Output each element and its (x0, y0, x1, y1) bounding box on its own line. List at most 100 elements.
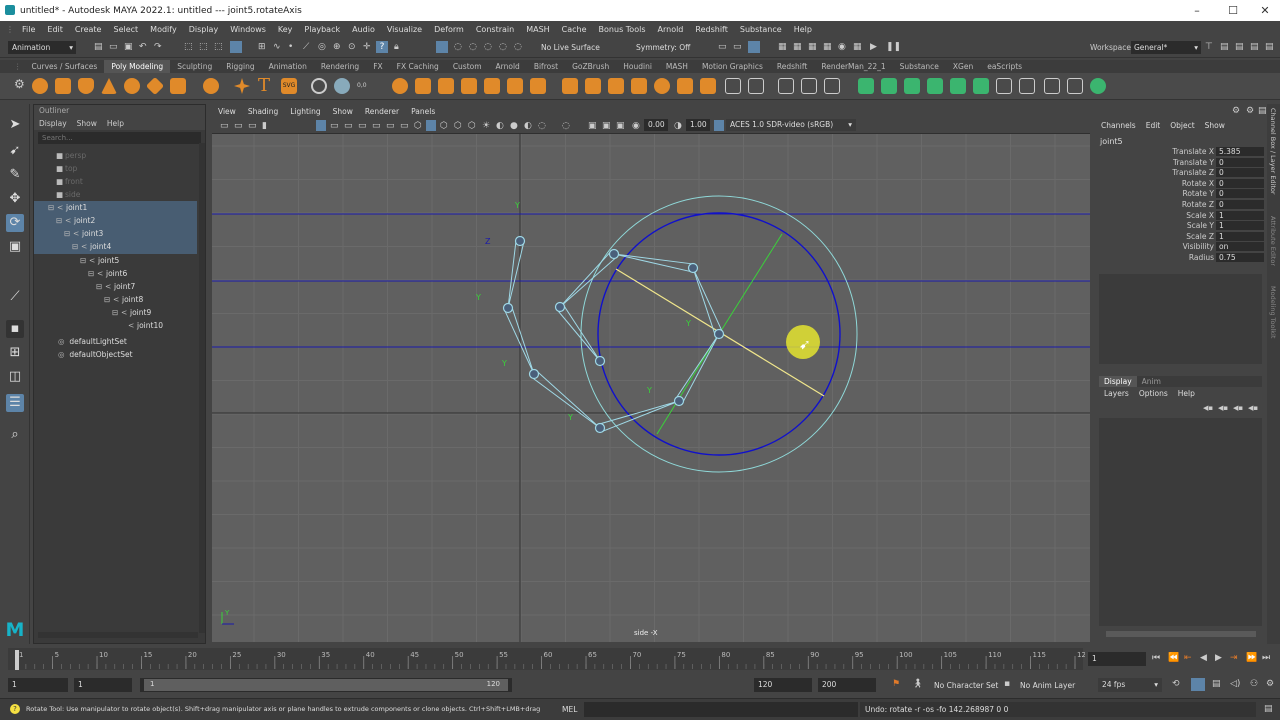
color-management-icon[interactable] (714, 120, 724, 131)
minimize-icon[interactable]: – (1180, 0, 1214, 21)
channel-value[interactable]: 1 (1216, 210, 1264, 220)
shelf-tab-rigging[interactable]: Rigging (219, 60, 261, 73)
grid-toggle-icon[interactable] (316, 120, 326, 131)
layer-move-down-icon[interactable]: ◀▪ (1218, 404, 1228, 412)
svg-tool-icon[interactable]: SVG (281, 78, 297, 94)
poly-sphere-icon[interactable] (32, 78, 48, 94)
lock-icon[interactable]: 🔒︎ (394, 42, 399, 52)
outliner-joint4[interactable]: ⊟ < joint4 (72, 240, 111, 253)
platonic-solid-icon[interactable] (203, 78, 219, 94)
bridge-icon[interactable] (585, 78, 601, 94)
channel-row-rotate-z[interactable]: Rotate Z0 (1100, 200, 1270, 211)
menu-constrain[interactable]: Constrain (470, 25, 520, 34)
side-tab-modeling-toolkit[interactable]: Modeling Toolkit (1269, 286, 1277, 338)
step-back-key-icon[interactable]: ⏪ (1168, 653, 1179, 663)
shelf-tab-xgen[interactable]: XGen (946, 60, 980, 73)
menu-display[interactable]: Display (183, 25, 225, 34)
output-ops-icon[interactable]: ✛ (363, 42, 371, 52)
outliner-layout-icon[interactable]: ☰ (6, 394, 24, 412)
shelf-tab-sculpting[interactable]: Sculpting (170, 60, 219, 73)
uv-auto-icon[interactable] (927, 78, 943, 94)
layer-menu-help[interactable]: Help (1173, 389, 1200, 401)
channel-row-rotate-x[interactable]: Rotate X0 (1100, 178, 1270, 190)
open-scene-icon[interactable]: ▭ (109, 42, 118, 52)
type-tool-icon[interactable]: T (258, 75, 270, 96)
channel-filter-icon[interactable]: ⚙ (1246, 106, 1254, 116)
layer-menu-layers[interactable]: Layers (1099, 389, 1134, 401)
animation-end-field[interactable]: 200 (818, 678, 876, 692)
paint-select-icon[interactable]: ◌ (469, 42, 477, 52)
safe-action-icon[interactable]: ▭ (386, 121, 395, 131)
uv-sew-icon[interactable] (1019, 78, 1035, 94)
poly-plane-icon[interactable] (145, 76, 165, 96)
go-to-start-icon[interactable]: ⏮ (1152, 653, 1160, 663)
shelf-settings-icon[interactable]: ⚙ (14, 77, 25, 91)
outliner-menu-display[interactable]: Display (34, 117, 72, 130)
append-icon[interactable] (631, 78, 647, 94)
default-material-icon[interactable]: ⬡ (440, 121, 448, 131)
sound-icon[interactable]: ▤ (1212, 679, 1221, 689)
arnold-render-icon[interactable]: ◉ (838, 42, 846, 52)
ipr-render-icon[interactable]: ▭ (733, 42, 742, 52)
outliner-joint7[interactable]: ⊟ < joint7 (96, 280, 135, 293)
outliner-default-object-set[interactable]: ◎ defaultObjectSet (58, 348, 133, 361)
outliner-joint1[interactable]: ⊟ < joint1 (48, 201, 87, 214)
poly-cube-icon[interactable] (55, 78, 71, 94)
menu-arnold[interactable]: Arnold (652, 25, 690, 34)
uv-cylinder-icon[interactable] (881, 78, 897, 94)
image-plane-icon[interactable]: ▮ (262, 121, 267, 131)
character-set-dropdown[interactable]: No Character Set (934, 681, 998, 690)
four-view-icon[interactable]: ⊞ (6, 344, 24, 362)
channel-row-rotate-y[interactable]: Rotate Y0 (1100, 189, 1270, 200)
history-icon[interactable]: ⊕ (333, 42, 341, 52)
layer-move-up-icon[interactable]: ◀▪ (1203, 404, 1213, 412)
current-frame-field[interactable]: 1 (1088, 652, 1146, 666)
channel-value[interactable]: 0.75 (1216, 253, 1264, 262)
select-mode-icon[interactable] (230, 41, 242, 53)
select-object-icon[interactable]: ⬚ (199, 42, 208, 52)
shelf-tab-custom[interactable]: Custom (446, 60, 489, 73)
persp-outliner-icon[interactable]: ◫ (6, 368, 24, 386)
channel-box-icon[interactable]: ▤ (1250, 42, 1259, 52)
xray-active-icon[interactable]: ▣ (616, 121, 625, 131)
menu-bonus-tools[interactable]: Bonus Tools (593, 25, 652, 34)
layer-tab-anim[interactable]: Anim (1137, 376, 1166, 387)
outliner-hscrollbar[interactable] (38, 632, 198, 638)
animation-start-field[interactable]: 1 (8, 678, 68, 692)
channel-menu-edit[interactable]: Edit (1141, 121, 1166, 130)
script-editor-icon[interactable]: ▤ (1264, 704, 1273, 714)
layer-hscrollbar[interactable] (1106, 631, 1256, 637)
menu-edit[interactable]: Edit (41, 25, 69, 34)
channel-settings-icon[interactable]: ⚙ (1232, 106, 1240, 116)
xray-joints-icon[interactable]: ▣ (602, 121, 611, 131)
gamma-field[interactable]: 1.00 (686, 119, 710, 131)
auto-key-icon[interactable]: ⚑ (892, 679, 900, 689)
time-slider-ticks[interactable]: 1 5 10 15 20 25 30 35 40 45 50 55 60 65 70 75 80 85 90 95 10… (0, 646, 1085, 672)
lattice-icon[interactable] (334, 78, 350, 94)
range-handle[interactable]: 1 120 (144, 679, 508, 691)
channel-value[interactable]: 1 (1216, 231, 1264, 241)
channel-value[interactable]: 0 (1216, 157, 1264, 167)
shadows-icon[interactable]: ◐ (496, 121, 504, 131)
fill-hole-icon[interactable] (530, 78, 546, 94)
channel-row-radius[interactable]: Radius 0.75 (1100, 253, 1270, 264)
select-component-icon[interactable]: ⬚ (214, 42, 223, 52)
separate-icon[interactable] (415, 78, 431, 94)
last-tool-icon[interactable]: ⟋ (6, 288, 24, 306)
outliner-default-light-set[interactable]: ◎ defaultLightSet (58, 335, 127, 348)
rotate-tool-icon[interactable]: ⟳ (6, 214, 24, 232)
play-icon[interactable]: ▶ (870, 42, 877, 52)
viewport-side[interactable]: Y Y Y Y Y ➹ Y Z Y side -X (212, 134, 1090, 642)
shelf-tab-redshift[interactable]: Redshift (770, 60, 814, 73)
outliner-joint10[interactable]: < joint10 (128, 319, 163, 332)
outliner-joint8[interactable]: ⊟ < joint8 (104, 293, 143, 306)
quad-draw-icon[interactable] (801, 78, 817, 94)
command-input[interactable] (584, 702, 858, 717)
film-gate-icon[interactable]: ▭ (330, 121, 339, 131)
menu-create[interactable]: Create (69, 25, 108, 34)
hypershade-icon[interactable]: ▦ (778, 42, 787, 52)
colorspace-dropdown[interactable]: ACES 1.0 SDR-video (sRGB) ▾ (726, 119, 856, 131)
smooth-icon[interactable] (438, 78, 454, 94)
outliner-camera-top[interactable]: ■ top (56, 162, 77, 175)
textured-icon[interactable]: ⬡ (468, 121, 476, 131)
